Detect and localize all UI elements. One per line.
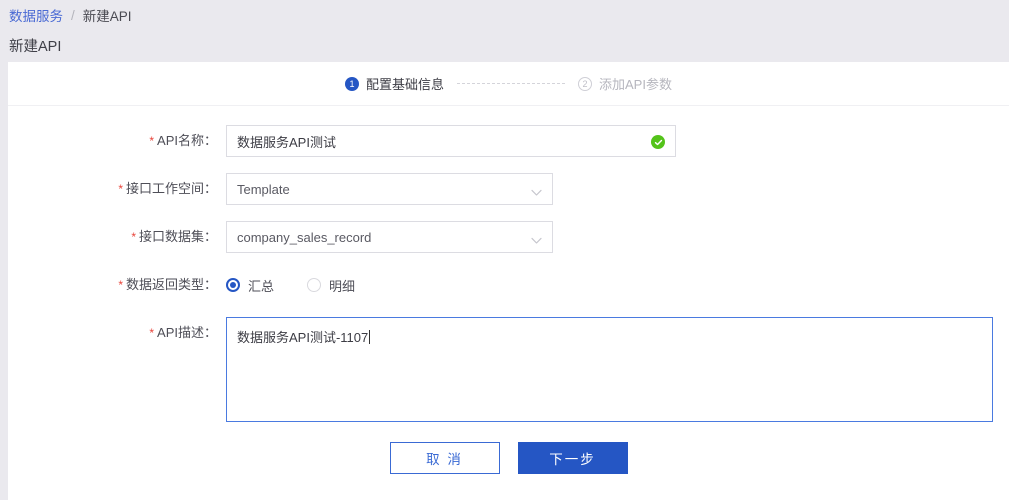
dataset-select[interactable]: company_sales_record — [226, 221, 553, 253]
description-label-text: API描述： — [157, 325, 217, 340]
radio-option-summary-label: 汇总 — [248, 278, 275, 294]
chevron-down-icon — [531, 233, 542, 248]
api-basic-info-form: * API名称： 数据服务API测试 * 接口工作空间： Template * … — [8, 106, 1009, 474]
api-name-label: * API名称： — [8, 125, 226, 157]
check-circle-icon — [651, 135, 665, 149]
cancel-button[interactable]: 取 消 — [389, 442, 500, 474]
radio-mark-selected-icon — [226, 278, 240, 292]
api-name-value: 数据服务API测试 — [237, 134, 336, 150]
step-add-api-params[interactable]: 2 添加API参数 — [578, 74, 672, 93]
workspace-label: * 接口工作空间： — [8, 173, 226, 205]
form-row-description: * API描述： 数据服务API测试-1107 — [8, 317, 1009, 422]
api-name-input[interactable]: 数据服务API测试 — [226, 125, 676, 157]
api-description-value: 数据服务API测试-1107 — [237, 330, 369, 345]
text-cursor — [369, 330, 371, 344]
breadcrumb-item-data-service[interactable]: 数据服务 — [9, 5, 63, 25]
required-marker: * — [149, 326, 155, 340]
step-1-label: 配置基础信息 — [366, 77, 445, 92]
dataset-label: * 接口数据集： — [8, 221, 226, 253]
form-row-dataset: * 接口数据集： company_sales_record — [8, 221, 1009, 253]
step-indicator: 1 配置基础信息 2 添加API参数 — [8, 62, 1009, 106]
api-name-label-text: API名称： — [157, 133, 217, 148]
return-type-label-text: 数据返回类型： — [125, 277, 217, 292]
step-2-number: 2 — [578, 76, 593, 91]
step-configure-basic-info[interactable]: 1 配置基础信息 — [345, 74, 444, 93]
dataset-value: company_sales_record — [237, 229, 372, 245]
required-marker: * — [118, 278, 123, 292]
radio-mark-unselected-icon — [307, 278, 322, 292]
breadcrumb-item-current: 新建API — [82, 9, 132, 24]
step-1-number: 1 — [345, 76, 359, 91]
step-connector — [457, 83, 566, 84]
radio-option-detail[interactable]: 明细 — [307, 276, 355, 295]
radio-option-detail-label: 明细 — [329, 278, 356, 294]
page-title: 新建API — [9, 39, 62, 55]
form-actions: 取 消 下一步 — [8, 442, 1009, 474]
steps-list: 1 配置基础信息 2 添加API参数 — [345, 74, 672, 93]
description-label: * API描述： — [8, 317, 226, 349]
breadcrumb: 数据服务 / 新建API — [0, 0, 1009, 30]
required-marker: * — [118, 182, 123, 196]
api-description-textarea[interactable]: 数据服务API测试-1107 — [226, 317, 993, 422]
return-type-radio-group: 汇总 明细 — [226, 269, 388, 301]
workspace-select[interactable]: Template — [226, 173, 553, 205]
required-marker: * — [149, 134, 155, 148]
step-2-label: 添加API参数 — [599, 77, 672, 92]
workspace-value: Template — [237, 181, 290, 197]
breadcrumb-separator: / — [71, 7, 75, 23]
form-row-workspace: * 接口工作空间： Template — [8, 173, 1009, 205]
workspace-label-text: 接口工作空间： — [125, 181, 217, 196]
form-row-return-type: * 数据返回类型： 汇总 明细 — [8, 269, 1009, 301]
dataset-label-text: 接口数据集： — [138, 229, 217, 244]
next-step-button[interactable]: 下一步 — [517, 442, 628, 474]
return-type-label: * 数据返回类型： — [8, 269, 226, 301]
radio-option-summary[interactable]: 汇总 — [226, 276, 274, 295]
required-marker: * — [131, 230, 136, 244]
new-api-card: 1 配置基础信息 2 添加API参数 * API名称： 数据服务API测试 * … — [8, 62, 1009, 500]
chevron-down-icon — [531, 185, 542, 200]
form-row-api-name: * API名称： 数据服务API测试 — [8, 125, 1009, 157]
